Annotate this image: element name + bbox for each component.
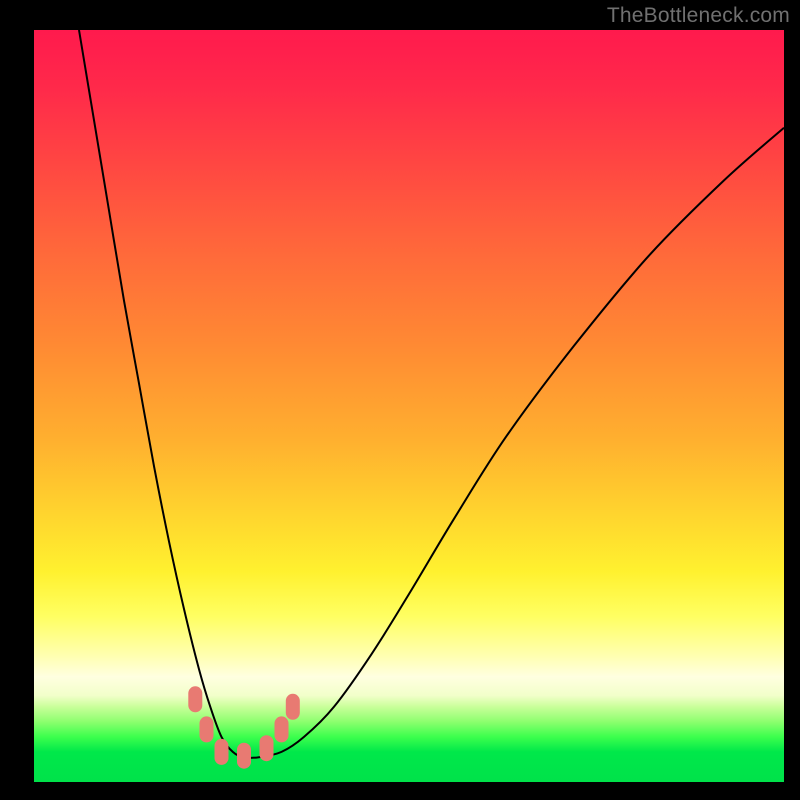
plot-area (34, 30, 784, 782)
curve-marker (286, 694, 300, 720)
curve-marker (215, 739, 229, 765)
curve-marker (260, 735, 274, 761)
bottleneck-curve (79, 30, 784, 758)
chart-frame: TheBottleneck.com (0, 0, 800, 800)
curve-layer (34, 30, 784, 782)
curve-marker (237, 743, 251, 769)
curve-marker (275, 716, 289, 742)
curve-marker (200, 716, 214, 742)
curve-marker (188, 686, 202, 712)
minimum-markers (188, 686, 299, 768)
watermark-text: TheBottleneck.com (607, 4, 790, 28)
